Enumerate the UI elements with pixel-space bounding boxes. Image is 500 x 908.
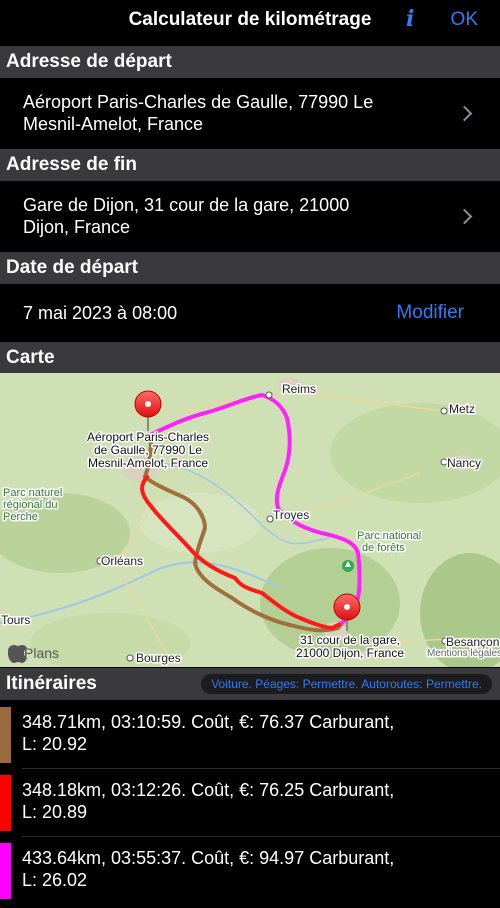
start-address-line1: Aéroport Paris-Charles de Gaulle, 77990 … — [23, 92, 374, 112]
map-legal-link[interactable]: Mentions légales — [426, 647, 500, 661]
map-header: Carte — [0, 342, 500, 373]
map-park-label: de forêts — [362, 542, 405, 554]
map-park-label: Parc naturel — [3, 487, 62, 499]
ok-button[interactable]: OK — [451, 9, 478, 31]
map-city-label: Troyes — [273, 508, 309, 522]
end-address-line1: Gare de Dijon, 31 cour de la gare, 21000 — [23, 195, 350, 215]
departure-date-value: 7 mai 2023 à 08:00 — [23, 303, 178, 323]
itineraries-header: Itinéraires Voiture. Péages: Permettre. … — [0, 668, 500, 700]
itinerary-summary-line2: L: 26.02 — [22, 870, 88, 890]
itinerary-summary-line1: 433.64km, 03:55:37. Coût, €: 94.97 Carbu… — [22, 848, 395, 868]
divider — [22, 768, 500, 769]
tree-icon — [342, 560, 354, 572]
start-address-row[interactable]: Aéroport Paris-Charles de Gaulle, 77990 … — [0, 79, 500, 145]
info-icon[interactable]: i — [406, 6, 414, 32]
map-attribution: Plans — [24, 645, 59, 661]
start-pin-label: Mesnil-Amelot, France — [88, 456, 208, 470]
route-map[interactable]: Reims Metz Nancy Troyes Orléans Tours Bo… — [0, 373, 500, 667]
itineraries-title: Itinéraires — [6, 673, 97, 694]
map-city-label: Nancy — [447, 456, 481, 470]
itinerary-summary-line1: 348.71km, 03:10:59. Coût, €: 76.37 Carbu… — [22, 712, 395, 732]
page-title: Calculateur de kilométrage — [128, 9, 372, 30]
chevron-right-icon — [456, 105, 473, 122]
end-pin-label: 21000 Dijon, France — [296, 646, 404, 660]
departure-date-header: Date de départ — [0, 252, 500, 284]
route-color-swatch — [0, 707, 11, 763]
chevron-right-icon — [456, 208, 473, 225]
start-address-line2: Mesnil-Amelot, France — [23, 114, 204, 134]
route-color-swatch — [0, 843, 11, 899]
end-pin-label: 31 cour de la gare, — [300, 633, 400, 647]
map-park-label: régional du — [3, 499, 57, 511]
map-city-label: Bourges — [136, 651, 181, 665]
map-park-label: Perche — [3, 511, 38, 523]
map-city-label: Orléans — [101, 554, 143, 568]
departure-date-row: 7 mai 2023 à 08:00 Modifier — [0, 285, 500, 341]
route-color-swatch — [0, 775, 11, 831]
route-options-button[interactable]: Voiture. Péages: Permettre. Autoroutes: … — [201, 674, 492, 694]
map-city-label: Metz — [449, 402, 475, 416]
start-address-header: Adresse de départ — [0, 46, 500, 78]
end-address-header: Adresse de fin — [0, 149, 500, 181]
map-city-label: Reims — [282, 382, 316, 396]
start-pin-label: de Gaulle, 77990 Le — [94, 443, 202, 457]
itinerary-row[interactable]: 433.64km, 03:55:37. Coût, €: 94.97 Carbu… — [0, 838, 500, 904]
end-address-row[interactable]: Gare de Dijon, 31 cour de la gare, 21000… — [0, 182, 500, 248]
itinerary-row[interactable]: 348.71km, 03:10:59. Coût, €: 76.37 Carbu… — [0, 702, 500, 768]
itinerary-row[interactable]: 348.18km, 03:12:26. Coût, €: 76.25 Carbu… — [0, 770, 500, 836]
map-park-label: Parc national — [357, 530, 421, 542]
map-city-label: Besançon — [446, 635, 499, 649]
itinerary-summary-line1: 348.18km, 03:12:26. Coût, €: 76.25 Carbu… — [22, 780, 395, 800]
apple-maps-logo: Plans — [8, 645, 59, 663]
navigation-bar: Calculateur de kilométrage i OK — [0, 0, 500, 42]
start-pin-label: Aéroport Paris-Charles — [87, 430, 209, 444]
itinerary-summary-line2: L: 20.89 — [22, 802, 88, 822]
map-city-label: Tours — [1, 613, 30, 627]
modify-date-button[interactable]: Modifier — [396, 302, 464, 324]
end-address-line2: Dijon, France — [23, 217, 131, 237]
itinerary-summary-line2: L: 20.92 — [22, 734, 88, 754]
divider — [22, 836, 500, 837]
